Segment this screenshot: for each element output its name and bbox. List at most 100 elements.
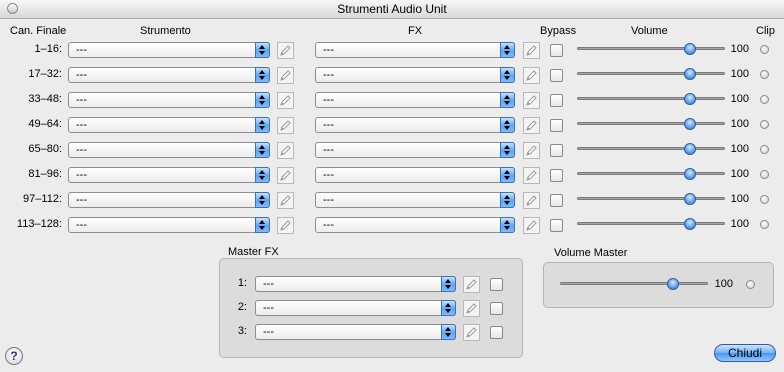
slider-knob[interactable] — [684, 93, 696, 105]
volume-value: 100 — [730, 68, 749, 80]
master-fx-select[interactable]: --- — [255, 324, 456, 340]
updown-arrows-icon — [500, 167, 515, 183]
help-button[interactable]: ? — [5, 347, 23, 365]
volume-slider[interactable] — [577, 168, 725, 180]
clip-indicator — [760, 220, 769, 229]
slider-knob[interactable] — [684, 218, 696, 230]
edit-instrument-button[interactable] — [277, 142, 294, 159]
bypass-checkbox[interactable] — [550, 194, 563, 207]
updown-arrows-icon — [255, 42, 270, 58]
fx-select[interactable]: --- — [315, 117, 515, 133]
master-fx-bypass-checkbox[interactable] — [490, 302, 503, 315]
edit-instrument-button[interactable] — [277, 42, 294, 59]
fx-select[interactable]: --- — [315, 67, 515, 83]
slider-knob[interactable] — [684, 118, 696, 130]
master-fx-slot-label: 2: — [237, 301, 247, 313]
edit-instrument-button[interactable] — [277, 117, 294, 134]
header-bypass: Bypass — [540, 25, 577, 37]
volume-slider[interactable] — [577, 118, 725, 130]
slider-track — [577, 147, 725, 150]
close-button[interactable]: Chiudi — [714, 344, 776, 362]
edit-fx-button[interactable] — [523, 92, 540, 109]
volume-value: 100 — [730, 218, 749, 230]
bypass-checkbox[interactable] — [550, 144, 563, 157]
instrument-select[interactable]: --- — [68, 92, 270, 108]
volume-slider[interactable] — [577, 68, 725, 80]
updown-arrows-icon — [500, 117, 515, 133]
edit-fx-button[interactable] — [523, 217, 540, 234]
updown-arrows-icon — [500, 192, 515, 208]
fx-select[interactable]: --- — [315, 192, 515, 208]
popup-value: --- — [323, 44, 334, 56]
popup-value: --- — [323, 144, 334, 156]
master-fx-bypass-checkbox[interactable] — [490, 278, 503, 291]
updown-arrows-icon — [500, 142, 515, 158]
instrument-select[interactable]: --- — [68, 217, 270, 233]
volume-slider[interactable] — [577, 43, 725, 55]
instrument-select[interactable]: --- — [68, 67, 270, 83]
instrument-select[interactable]: --- — [68, 142, 270, 158]
master-fx-select[interactable]: --- — [255, 300, 456, 316]
slider-knob[interactable] — [684, 68, 696, 80]
master-fx-select[interactable]: --- — [255, 276, 456, 292]
edit-fx-button[interactable] — [523, 142, 540, 159]
bypass-checkbox[interactable] — [550, 219, 563, 232]
updown-arrows-icon — [441, 324, 456, 340]
volume-slider[interactable] — [577, 218, 725, 230]
popup-value: --- — [323, 169, 334, 181]
volume-slider[interactable] — [577, 93, 725, 105]
volume-slider[interactable] — [577, 143, 725, 155]
fx-select[interactable]: --- — [315, 42, 515, 58]
master-volume-slider[interactable] — [560, 278, 708, 290]
instrument-select[interactable]: --- — [68, 167, 270, 183]
bypass-checkbox[interactable] — [550, 69, 563, 82]
master-fx-bypass-checkbox[interactable] — [490, 326, 503, 339]
popup-value: --- — [263, 278, 274, 290]
fx-select[interactable]: --- — [315, 92, 515, 108]
clip-indicator — [760, 95, 769, 104]
popup-value: --- — [323, 219, 334, 231]
bypass-checkbox[interactable] — [550, 44, 563, 57]
slider-track — [577, 172, 725, 175]
edit-fx-button[interactable] — [523, 192, 540, 209]
slider-knob[interactable] — [667, 278, 679, 290]
edit-fx-button[interactable] — [523, 67, 540, 84]
edit-instrument-button[interactable] — [277, 217, 294, 234]
updown-arrows-icon — [441, 276, 456, 292]
edit-fx-button[interactable] — [523, 42, 540, 59]
edit-fx-button[interactable] — [523, 117, 540, 134]
updown-arrows-icon — [255, 117, 270, 133]
fx-select[interactable]: --- — [315, 167, 515, 183]
instrument-select[interactable]: --- — [68, 42, 270, 58]
bypass-checkbox[interactable] — [550, 169, 563, 182]
edit-instrument-button[interactable] — [277, 92, 294, 109]
slider-knob[interactable] — [684, 143, 696, 155]
fx-select[interactable]: --- — [315, 217, 515, 233]
instrument-select[interactable]: --- — [68, 192, 270, 208]
slider-knob[interactable] — [684, 168, 696, 180]
slider-track — [577, 122, 725, 125]
edit-instrument-button[interactable] — [277, 192, 294, 209]
updown-arrows-icon — [255, 217, 270, 233]
edit-master-fx-button[interactable] — [463, 300, 480, 317]
edit-master-fx-button[interactable] — [463, 276, 480, 293]
instrument-select[interactable]: --- — [68, 117, 270, 133]
fx-select[interactable]: --- — [315, 142, 515, 158]
edit-instrument-button[interactable] — [277, 167, 294, 184]
master-fx-slot-label: 3: — [237, 325, 247, 337]
edit-instrument-button[interactable] — [277, 67, 294, 84]
bypass-checkbox[interactable] — [550, 94, 563, 107]
bypass-checkbox[interactable] — [550, 119, 563, 132]
channel-range-label: 81–96: — [28, 168, 62, 180]
title-bar: Strumenti Audio Unit — [0, 0, 784, 19]
slider-track — [577, 47, 725, 50]
volume-value: 100 — [730, 118, 749, 130]
edit-fx-button[interactable] — [523, 167, 540, 184]
popup-value: --- — [76, 94, 87, 106]
slider-track — [577, 97, 725, 100]
edit-master-fx-button[interactable] — [463, 324, 480, 341]
master-fx-title: Master FX — [228, 246, 279, 258]
volume-slider[interactable] — [577, 193, 725, 205]
slider-knob[interactable] — [684, 193, 696, 205]
slider-knob[interactable] — [684, 43, 696, 55]
